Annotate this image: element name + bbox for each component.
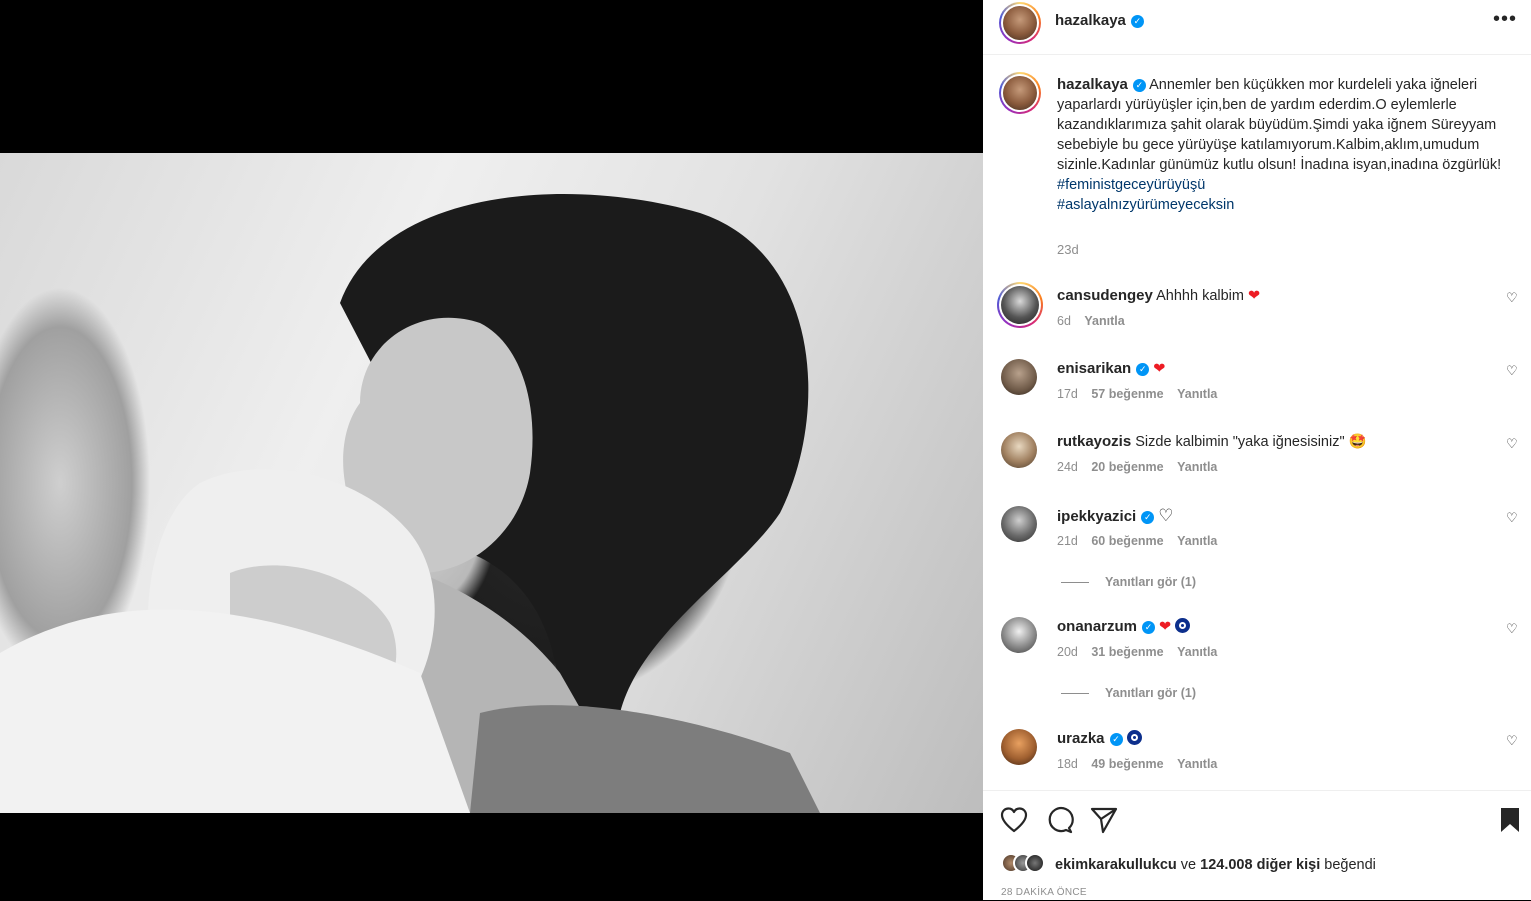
comment-meta: 20d 31 beğenme Yanıtla <box>1057 645 1217 659</box>
comment-meta: 24d 20 beğenme Yanıtla <box>1057 460 1217 474</box>
view-replies-button[interactable]: Yanıtları gör (1) <box>1061 575 1196 589</box>
comment-text-row: urazka ✓ <box>1057 729 1142 749</box>
liker-avatar <box>1025 853 1045 873</box>
verified-badge-icon: ✓ <box>1130 15 1144 28</box>
comment-likes[interactable]: 60 beğenme <box>1091 534 1163 548</box>
caption-avatar[interactable] <box>999 72 1041 114</box>
comment-text: Ahhhh kalbim <box>1156 288 1244 304</box>
comment-time[interactable]: 20d <box>1057 645 1078 659</box>
comment-time[interactable]: 6d <box>1057 314 1071 328</box>
reply-button[interactable]: Yanıtla <box>1177 645 1217 659</box>
comment-text-row: enisarikan ✓ ❤ <box>1057 359 1165 379</box>
post-header: hazalkaya ✓ ••• <box>983 0 1531 55</box>
comment-like-heart-icon[interactable]: ♡ <box>1506 510 1518 526</box>
verified-badge-icon: ✓ <box>1136 363 1150 376</box>
verified-badge-icon: ✓ <box>1141 511 1155 524</box>
bookmark-icon[interactable] <box>1495 805 1525 835</box>
post-timestamp[interactable]: 28 DAKİKA ÖNCE <box>1001 887 1087 898</box>
instagram-post-view: hazalkaya ✓ ••• hazalkaya ✓ Annemler ben k… <box>0 0 1531 900</box>
comment-avatar[interactable] <box>1001 359 1037 395</box>
comment-meta: 21d 60 beğenme Yanıtla <box>1057 534 1217 548</box>
comment-username[interactable]: cansudengey <box>1057 287 1153 304</box>
comment-likes[interactable]: 57 beğenme <box>1091 387 1163 401</box>
comment-text-row: ipekkyazici ✓ ♡ <box>1057 506 1174 527</box>
author-name-row: hazalkaya ✓ <box>1055 12 1144 30</box>
comment-username[interactable]: urazka <box>1057 730 1105 747</box>
comment-meta: 17d 57 beğenme Yanıtla <box>1057 387 1217 401</box>
reply-button[interactable]: Yanıtla <box>1177 757 1217 771</box>
reply-button[interactable]: Yanıtla <box>1084 314 1124 328</box>
comment-time[interactable]: 24d <box>1057 460 1078 474</box>
comment-username[interactable]: rutkayozis <box>1057 433 1131 450</box>
reply-button[interactable]: Yanıtla <box>1177 460 1217 474</box>
evil-eye-emoji <box>1175 618 1191 633</box>
comment-likes[interactable]: 20 beğenme <box>1091 460 1163 474</box>
comment-avatar[interactable] <box>1001 729 1037 765</box>
comment-text-row: rutkayozis Sizde kalbimin "yaka iğnesisi… <box>1057 432 1367 452</box>
verified-badge-icon: ✓ <box>1132 79 1146 92</box>
view-replies-label: Yanıtları gör (1) <box>1105 575 1196 589</box>
comment-like-heart-icon[interactable]: ♡ <box>1506 290 1518 306</box>
liked-by-username[interactable]: ekimkarakullukcu <box>1055 857 1177 873</box>
comment-meta: 18d 49 beğenme Yanıtla <box>1057 757 1217 771</box>
comment-bubble-icon[interactable] <box>1044 805 1074 835</box>
comment-avatar[interactable] <box>997 282 1043 328</box>
caption-time[interactable]: 23d <box>1057 242 1079 257</box>
replies-divider-line <box>1061 582 1089 584</box>
comment-username[interactable]: onanarzum <box>1057 618 1137 635</box>
comment-username[interactable]: enisarikan <box>1057 360 1131 377</box>
hashtag-link[interactable]: #feministgeceyürüyüşü <box>1057 177 1205 193</box>
photo-illustration <box>0 193 820 813</box>
comment-likes[interactable]: 49 beğenme <box>1091 757 1163 771</box>
liked-by-row: ekimkarakullukcu ve 124.008 diğer kişi b… <box>1001 853 1376 873</box>
verified-badge-icon: ✓ <box>1109 733 1123 746</box>
comment-like-heart-icon[interactable]: ♡ <box>1506 363 1518 379</box>
hashtag-link[interactable]: #aslayalnızyürümeyeceksin <box>1057 197 1234 213</box>
reply-button[interactable]: Yanıtla <box>1177 534 1217 548</box>
liked-by-suffix: beğendi <box>1324 857 1376 873</box>
post-action-bar: ekimkarakullukcu ve 124.008 diğer kişi b… <box>983 790 1531 901</box>
comment-time[interactable]: 21d <box>1057 534 1078 548</box>
comment-like-heart-icon[interactable]: ♡ <box>1506 733 1518 749</box>
comment-likes[interactable]: 31 beğenme <box>1091 645 1163 659</box>
red-heart-emoji: ❤ <box>1159 619 1172 635</box>
comment-text-row: cansudengey Ahhhh kalbim ❤ <box>1057 286 1260 306</box>
comment-username[interactable]: ipekkyazici <box>1057 508 1136 525</box>
liked-by-count[interactable]: 124.008 diğer kişi <box>1200 857 1320 873</box>
comment-meta: 6d Yanıtla <box>1057 314 1125 328</box>
media-panel <box>0 0 983 900</box>
verified-badge-icon: ✓ <box>1142 621 1156 634</box>
replies-divider-line <box>1061 693 1089 695</box>
post-sidebar: hazalkaya ✓ ••• hazalkaya ✓ Annemler ben k… <box>983 0 1531 900</box>
comment-like-heart-icon[interactable]: ♡ <box>1506 436 1518 452</box>
heart-outline-icon[interactable] <box>999 805 1029 835</box>
post-caption: hazalkaya ✓ Annemler ben küçükken mor kur… <box>1057 75 1512 215</box>
view-replies-button[interactable]: Yanıtları gör (1) <box>1061 686 1196 700</box>
comment-avatar[interactable] <box>1001 617 1037 653</box>
red-heart-emoji: ❤ <box>1248 288 1261 304</box>
author-avatar[interactable] <box>999 2 1041 44</box>
view-replies-label: Yanıtları gör (1) <box>1105 686 1196 700</box>
comment-text: Sizde kalbimin "yaka iğnesisiniz" <box>1135 434 1345 450</box>
comment-avatar[interactable] <box>1001 432 1037 468</box>
paper-plane-icon[interactable] <box>1089 805 1119 835</box>
author-username[interactable]: hazalkaya <box>1055 12 1126 29</box>
comment-time[interactable]: 18d <box>1057 757 1078 771</box>
comment-time[interactable]: 17d <box>1057 387 1078 401</box>
caption-username[interactable]: hazalkaya <box>1057 76 1128 93</box>
more-options-icon[interactable]: ••• <box>1493 8 1517 31</box>
post-photo[interactable] <box>0 153 983 813</box>
comment-like-heart-icon[interactable]: ♡ <box>1506 621 1518 637</box>
star-eyes-emoji: 🤩 <box>1348 434 1367 450</box>
reply-button[interactable]: Yanıtla <box>1177 387 1217 401</box>
liked-by-connector: ve <box>1180 857 1197 873</box>
red-heart-emoji: ❤ <box>1153 361 1166 377</box>
comment-text-row: onanarzum ✓ ❤ <box>1057 617 1191 637</box>
white-heart-emoji: ♡ <box>1158 506 1174 525</box>
comment-avatar[interactable] <box>1001 506 1037 542</box>
evil-eye-emoji <box>1126 730 1142 745</box>
